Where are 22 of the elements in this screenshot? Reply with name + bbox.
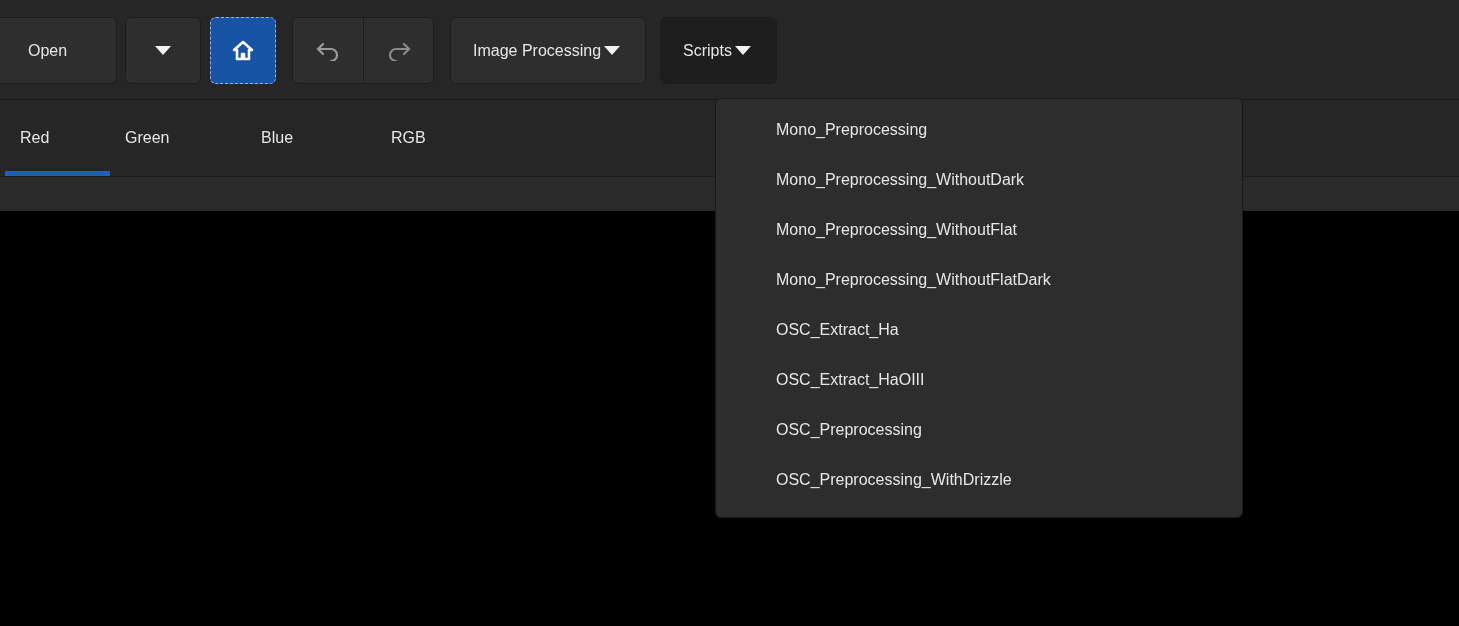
home-button[interactable] bbox=[210, 17, 276, 84]
tab[interactable]: Green bbox=[110, 100, 246, 176]
open-button[interactable]: Open bbox=[0, 17, 117, 84]
menu-item[interactable]: OSC_Extract_HaOIII bbox=[716, 355, 925, 405]
menu-item[interactable]: OSC_Preprocessing bbox=[716, 405, 922, 455]
caret-icon bbox=[733, 45, 752, 56]
home-icon bbox=[232, 39, 254, 62]
menu-item[interactable]: Mono_Preprocessing_WithoutFlatDark bbox=[716, 255, 1051, 305]
redo-button[interactable] bbox=[363, 18, 433, 83]
menu-button[interactable]: Image Processing bbox=[450, 17, 647, 84]
caret-icon bbox=[603, 45, 622, 56]
undo-icon bbox=[315, 40, 341, 61]
undo-button[interactable] bbox=[293, 18, 363, 83]
tab[interactable]: RGB bbox=[376, 100, 441, 176]
menu-item[interactable]: OSC_Extract_Ha bbox=[716, 305, 899, 355]
menu-item[interactable]: Mono_Preprocessing_WithoutDark bbox=[716, 155, 1025, 205]
menu-button[interactable]: Scripts bbox=[660, 17, 777, 84]
menu-item[interactable]: Mono_Preprocessing bbox=[716, 105, 928, 155]
caret-icon bbox=[154, 45, 172, 56]
menu-item[interactable]: Mono_Preprocessing_WithoutFlat bbox=[716, 205, 1017, 255]
tab[interactable]: Blue bbox=[246, 100, 376, 176]
menu-item[interactable]: OSC_Preprocessing_WithDrizzle bbox=[716, 455, 1012, 505]
